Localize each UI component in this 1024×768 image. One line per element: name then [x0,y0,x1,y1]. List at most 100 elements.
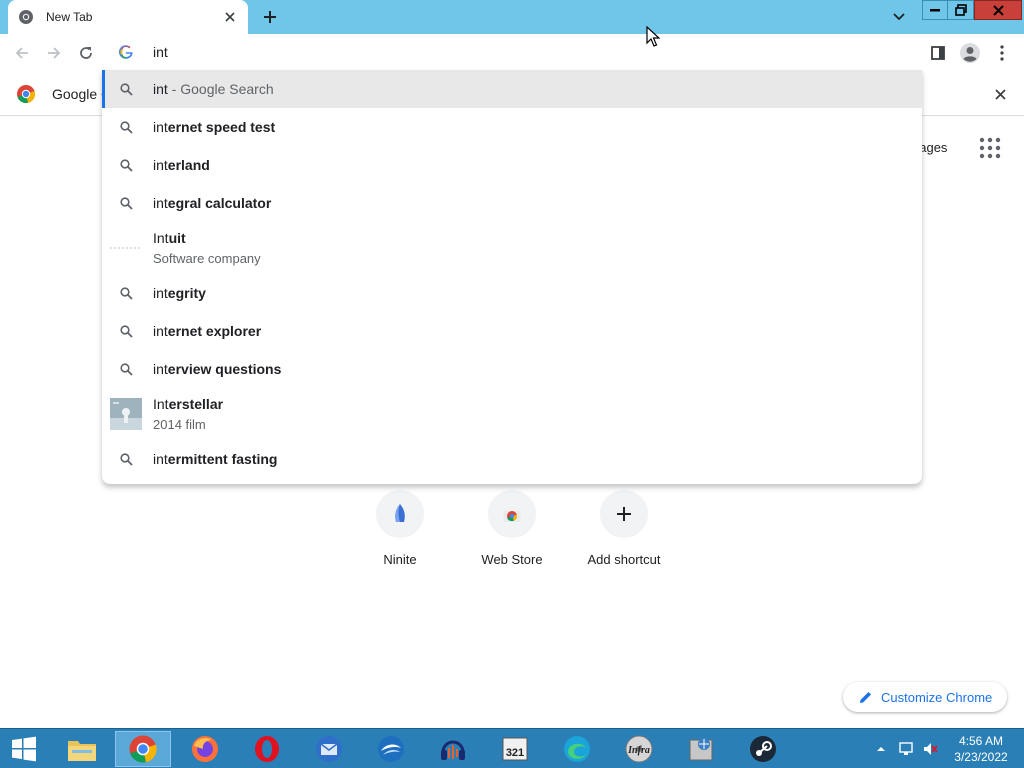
restore-button[interactable] [948,0,974,20]
steam-icon[interactable] [735,731,791,767]
opera-icon[interactable] [239,731,295,767]
customize-label: Customize Chrome [881,689,993,705]
clock-date: 3/23/2022 [954,750,1008,764]
intuit-logo [110,240,142,256]
customize-chrome-button[interactable]: Customize Chrome [843,682,1007,712]
system-tray [870,729,938,768]
shortcut-web-store[interactable]: Web Store [456,490,568,567]
apps-grid-icon[interactable] [978,136,1002,160]
tab-title: New Tab [46,10,93,24]
chrome-taskbar-icon[interactable] [115,731,171,767]
svg-text:321: 321 [506,747,524,759]
minimize-button[interactable] [922,0,948,20]
profile-avatar-icon[interactable] [958,41,982,65]
firefox-icon[interactable] [177,731,233,767]
shortcut-label: Ninite [383,552,417,567]
suggestion-completion: ernet explorer [167,323,262,339]
clock-time: 4:56 AM [958,734,1004,748]
search-icon [118,361,134,377]
shortcut-add[interactable]: Add shortcut [568,490,680,567]
suggestion-row[interactable]: interland [102,146,922,184]
search-icon [118,119,134,135]
search-icon [118,195,134,211]
pencil-icon [860,692,871,703]
new-tab-button[interactable] [258,6,282,28]
side-panel-icon[interactable] [926,41,950,65]
file-explorer-icon[interactable] [54,731,110,767]
back-button[interactable] [10,41,34,65]
tray-expand-icon[interactable] [876,745,886,753]
media-player-classic-icon[interactable]: 321 [487,731,543,767]
reload-button[interactable] [74,41,98,65]
suggestion-prefix: Int [153,230,169,246]
suggestion-row[interactable]: internet explorer [102,312,922,350]
windows-start-icon[interactable] [0,729,48,768]
suggestion-row[interactable]: internet speed test [102,108,922,146]
suggestion-prefix: int [153,323,168,339]
suggestion-subtitle: Software company [153,251,261,266]
shortcut-ninite[interactable]: Ninite [344,490,456,567]
infra-recorder-icon[interactable]: Infra [611,731,667,767]
suggestion-completion: ermittent fasting [167,451,278,467]
suggestion-prefix: int [153,195,168,211]
ninite-icon [376,490,424,538]
thunderbird-icon[interactable] [301,731,357,767]
forward-button[interactable] [42,41,66,65]
edge-icon[interactable] [549,731,605,767]
omnibox-suggestions: int - Google Search internet speed test … [102,70,922,484]
search-icon [118,157,134,173]
tab-close-icon[interactable] [222,9,238,25]
suggestion-prefix: int [153,119,168,135]
suggestion-completion: egrity [167,285,206,301]
openoffice-icon[interactable] [363,731,419,767]
more-menu-icon[interactable] [990,41,1014,65]
omnibox[interactable]: int [102,34,922,70]
mouse-cursor-icon [646,26,660,47]
suggestion-row[interactable]: integrity [102,274,922,312]
suggestion-completion: egral calculator [167,195,272,211]
close-window-button[interactable] [974,0,1022,20]
search-icon [118,285,134,301]
suggestion-row[interactable]: interview questions [102,350,922,388]
suggestion-row-entity[interactable]: Intuit Software company [102,222,922,274]
plus-icon [600,490,648,538]
filezilla-icon[interactable] [673,731,729,767]
suggestion-subtitle: 2014 film [153,417,206,432]
suggestion-completion: erland [167,157,210,173]
title-bar: New Tab [0,0,1024,34]
taskbar: 321 Infra 4:56 AM 3/23/2022 [0,728,1024,768]
suggestion-prefix: Int [153,396,169,412]
svg-text:Infra: Infra [627,745,650,756]
clock[interactable]: 4:56 AM 3/23/2022 [946,733,1016,765]
volume-muted-icon[interactable] [922,741,938,757]
shortcut-label: Web Store [481,552,543,567]
tab-search-chevron-icon[interactable] [888,6,910,28]
shortcut-label: Add shortcut [587,552,661,567]
interstellar-thumbnail [110,398,142,430]
suggestion-suffix: - Google Search [167,81,274,97]
suggestion-prefix: int [153,361,168,377]
suggestion-prefix: int [153,451,168,467]
tab-new-tab[interactable]: New Tab [8,0,248,34]
suggestion-prefix: int [153,285,168,301]
network-icon[interactable] [898,741,914,757]
chrome-icon [18,9,34,25]
suggestion-prefix: int [153,157,168,173]
audacity-icon[interactable] [425,731,481,767]
chrome-logo-icon [16,84,36,104]
webstore-icon [488,490,536,538]
suggestion-completion: ernet speed test [167,119,276,135]
search-icon [118,451,134,467]
suggestion-completion: uit [168,230,186,246]
search-icon [118,81,134,97]
suggestion-row-entity[interactable]: Interstellar 2014 film [102,388,922,440]
close-icon[interactable] [990,84,1010,104]
omnibox-input[interactable]: int [153,44,168,60]
suggestion-row[interactable]: int - Google Search [102,70,922,108]
suggestion-row[interactable]: intermittent fasting [102,440,922,478]
google-g-icon [118,44,134,60]
suggestion-completion: erstellar [168,396,224,412]
suggestion-prefix: int [153,81,168,97]
suggestion-row[interactable]: integral calculator [102,184,922,222]
suggestion-completion: erview questions [167,361,282,377]
